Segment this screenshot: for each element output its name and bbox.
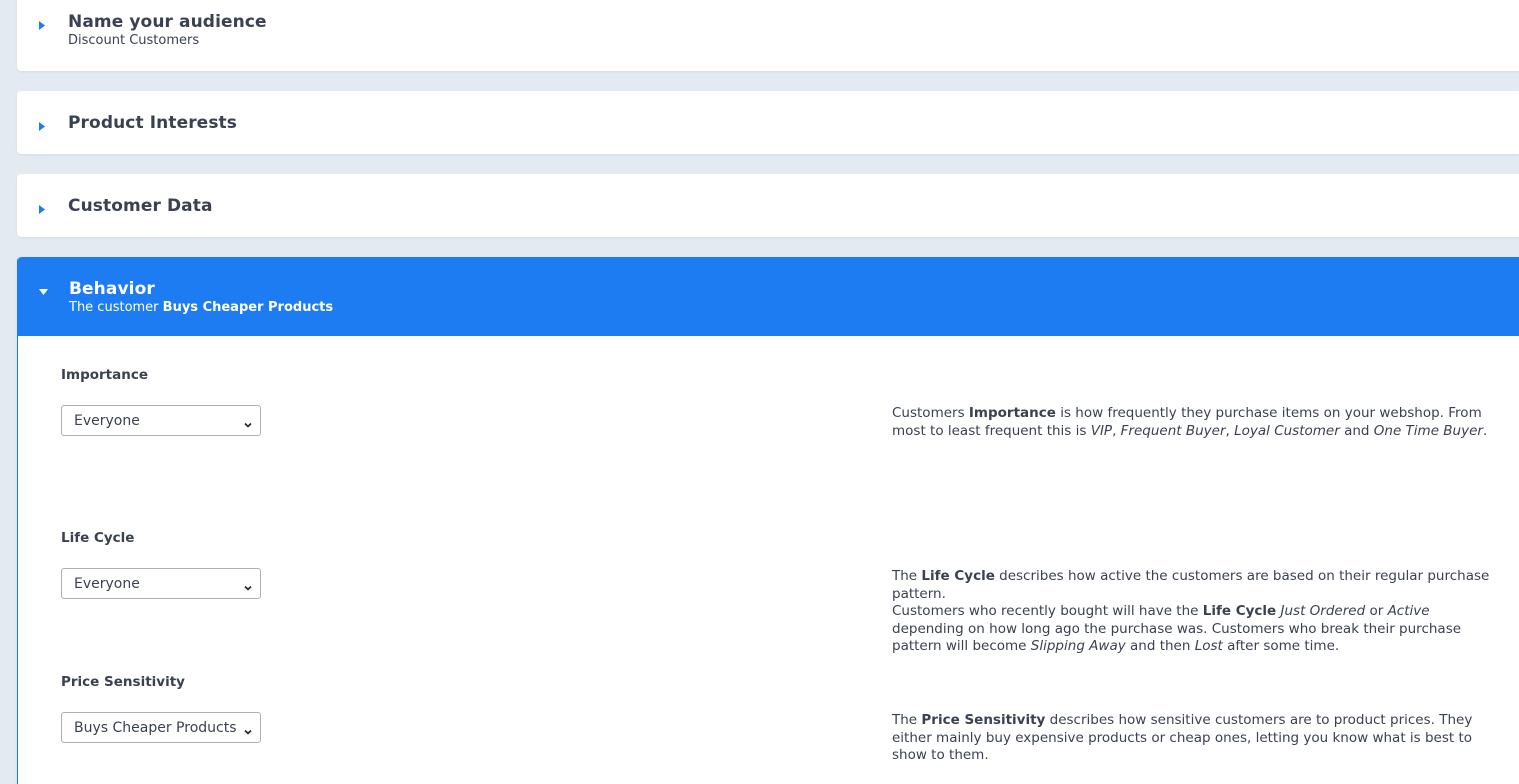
caret-down-icon bbox=[38, 287, 48, 297]
price-sensitivity-help-text: The Price Sensitivity describes how sens… bbox=[892, 712, 1473, 763]
life-cycle-select-value: Everyone bbox=[74, 575, 140, 592]
section-title: Behavior bbox=[69, 279, 155, 299]
section-header-customer-data[interactable]: Customer Data bbox=[17, 174, 1519, 237]
importance-select-value: Everyone bbox=[74, 412, 140, 429]
caret-right-icon bbox=[37, 121, 47, 131]
section-title: Name your audience bbox=[68, 12, 267, 32]
section-header-product-interests[interactable]: Product Interests bbox=[17, 91, 1519, 154]
life-cycle-select[interactable]: Everyone bbox=[61, 568, 261, 599]
section-subtitle: The customer Buys Cheaper Products bbox=[69, 300, 333, 315]
chevron-down-icon bbox=[244, 724, 252, 735]
section-header-name-your-audience[interactable]: Name your audience Discount Customers bbox=[17, 0, 1519, 71]
importance-help-text: Customers Importance is how frequently t… bbox=[892, 405, 1488, 439]
section-header-behavior[interactable]: Behavior The customer Buys Cheaper Produ… bbox=[18, 257, 1519, 336]
section-name-your-audience: Name your audience Discount Customers bbox=[17, 0, 1519, 71]
price-sensitivity-label: Price Sensitivity bbox=[61, 674, 185, 690]
section-title: Customer Data bbox=[68, 196, 213, 216]
importance-select[interactable]: Everyone bbox=[61, 405, 261, 436]
life-cycle-label: Life Cycle bbox=[61, 530, 135, 546]
section-subtitle: Discount Customers bbox=[68, 33, 200, 48]
section-behavior: Behavior The customer Buys Cheaper Produ… bbox=[17, 257, 1519, 784]
chevron-down-icon bbox=[244, 580, 252, 591]
section-customer-data: Customer Data bbox=[17, 174, 1519, 237]
section-title: Product Interests bbox=[68, 113, 237, 133]
life-cycle-help-text: The Life Cycle describes how active the … bbox=[892, 568, 1490, 654]
caret-right-icon bbox=[37, 204, 47, 214]
subtitle-value: Buys Cheaper Products bbox=[162, 300, 334, 315]
importance-label: Importance bbox=[61, 367, 149, 383]
price-sensitivity-select[interactable]: Buys Cheaper Products bbox=[61, 712, 261, 743]
caret-right-icon bbox=[37, 20, 47, 30]
section-product-interests: Product Interests bbox=[17, 91, 1519, 154]
price-sensitivity-select-value: Buys Cheaper Products bbox=[74, 719, 237, 736]
chevron-down-icon bbox=[244, 417, 252, 428]
subtitle-prefix: The customer bbox=[69, 300, 163, 315]
